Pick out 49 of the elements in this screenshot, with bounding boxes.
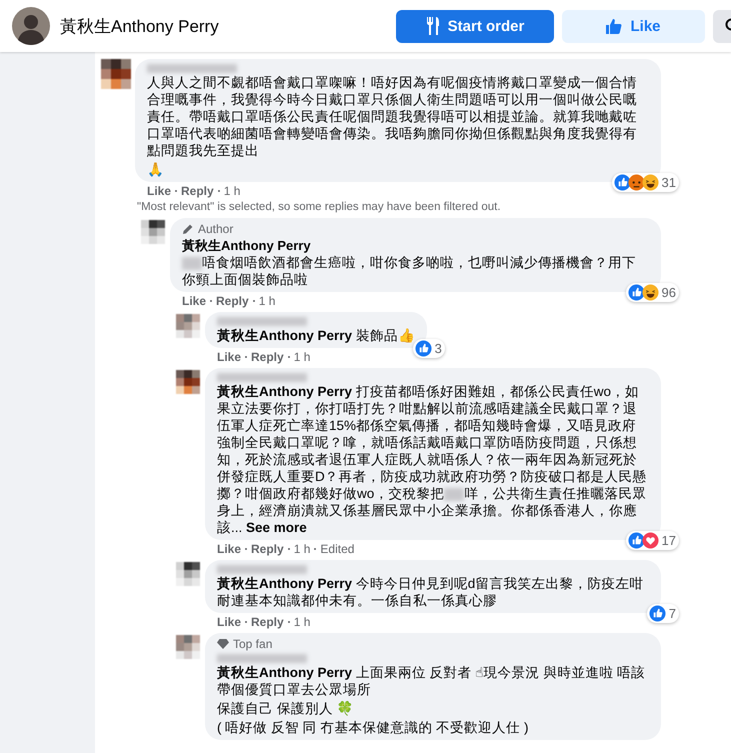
start-order-button[interactable]: Start order: [396, 10, 554, 42]
heart-reaction-icon: [642, 532, 659, 549]
thumbs-up-icon: [606, 18, 622, 34]
comment-text: 黃秋生Anthony Perry 裝飾品👍: [217, 327, 415, 344]
avatar[interactable]: [141, 220, 165, 244]
reaction-summary[interactable]: 17: [626, 531, 679, 550]
timestamp: 1 h: [258, 294, 276, 308]
avatar[interactable]: [101, 59, 131, 89]
avatar[interactable]: [176, 562, 200, 586]
like-page-button[interactable]: Like: [562, 10, 705, 42]
like-link[interactable]: Like: [217, 350, 242, 364]
timestamp: 1 h: [224, 184, 240, 198]
reaction-summary[interactable]: 31: [612, 173, 679, 192]
reply-link[interactable]: Reply: [181, 184, 214, 198]
reaction-summary[interactable]: 3: [412, 339, 445, 358]
like-reaction-icon: [628, 532, 645, 549]
reply-link[interactable]: Reply: [251, 615, 284, 629]
profile-avatar[interactable]: [12, 7, 50, 45]
reaction-summary[interactable]: 96: [626, 283, 679, 302]
fork-knife-icon: [426, 17, 440, 35]
timestamp: 1 h: [294, 615, 310, 629]
laughing-reaction-icon: [642, 174, 659, 191]
timestamp: 1 h: [294, 542, 310, 556]
filter-notice: "Most relevant" is selected, so some replies may have been filtered out.: [137, 201, 502, 213]
like-link[interactable]: Like: [217, 615, 242, 629]
badge-label: Author: [198, 221, 234, 237]
pencil-icon: [182, 223, 194, 235]
comment-text: 黃秋生Anthony Perry 上面果兩位 反對者 ☝現今景況 與時並進啦 唔該帶個優質口罩去公眾場所 保護自己 保護別人 🍀 ( 唔好做 反智 同 冇基本保健意識的 不受歡迎人仕 ): [217, 664, 646, 736]
angry-reaction-icon: [628, 174, 645, 191]
avatar[interactable]: [176, 370, 200, 394]
commenter-name[interactable]: 黃秋生Anthony Perry: [182, 237, 649, 254]
reply-link[interactable]: Reply: [251, 350, 284, 364]
comment-text: 黃秋生Anthony Perry 今時今日仲見到呢d留言我笑左出黎，防疫左咁耐連基本知識都仲未有。一係自私一係真心膠: [217, 575, 644, 609]
reaction-summary[interactable]: 7: [646, 604, 679, 623]
reply-link[interactable]: Reply: [216, 294, 249, 308]
badge-label: Top fan: [233, 636, 272, 652]
like-link[interactable]: Like: [217, 542, 242, 556]
like-link[interactable]: Like: [147, 184, 172, 198]
reply-link[interactable]: Reply: [251, 542, 284, 556]
laughing-reaction-icon: [642, 284, 659, 301]
page-name: 黃秋生Anthony Perry: [60, 16, 220, 38]
diamond-icon: [217, 639, 229, 649]
like-reaction-icon: [628, 284, 645, 301]
like-link[interactable]: Like: [182, 294, 206, 308]
edited-label: Edited: [320, 542, 354, 556]
timestamp: 1 h: [294, 350, 310, 364]
like-reaction-icon: [414, 340, 432, 357]
like-reaction-icon: [614, 174, 631, 191]
like-reaction-icon: [648, 605, 666, 622]
